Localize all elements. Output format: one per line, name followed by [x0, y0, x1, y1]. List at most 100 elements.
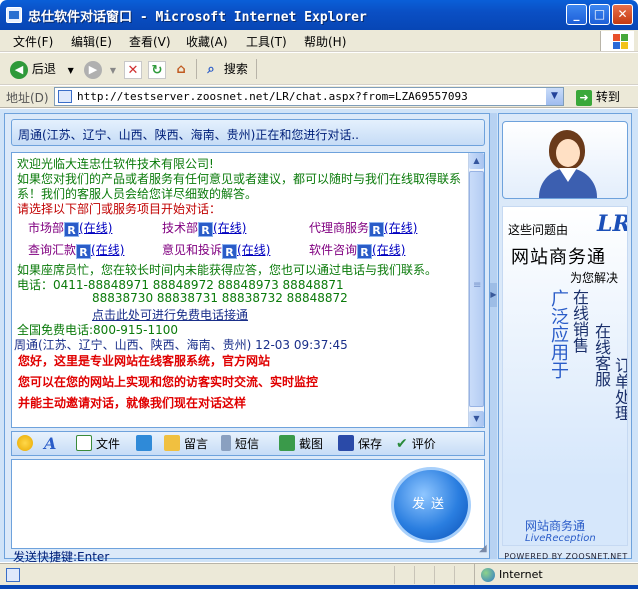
select-prompt: 请选择以下部门或服务项目开始对话： — [17, 202, 222, 216]
splitter-arrow-icon[interactable]: ▶ — [490, 283, 497, 307]
scroll-down-icon[interactable]: ▼ — [469, 411, 484, 427]
menu-tools[interactable]: 工具(T) — [246, 33, 287, 50]
rate-icon: ✔ — [396, 436, 408, 452]
dept-link-software[interactable]: 软件咨询 R (在线) — [309, 241, 405, 259]
scroll-thumb[interactable] — [469, 171, 484, 407]
menu-edit[interactable]: 编辑(E) — [71, 33, 112, 50]
emoticon-button[interactable] — [17, 435, 37, 453]
promo-brand: 网站商务通 — [525, 519, 586, 533]
go-label: 转到 — [595, 90, 620, 104]
search-icon: ⌕ — [207, 61, 215, 77]
dept-name: 代理商服务 — [309, 221, 370, 235]
status-divider — [454, 566, 455, 584]
message-line-1: 您好，这里是专业网站在线客服系统，官方网站 — [18, 354, 271, 368]
search-label: 搜索 — [223, 62, 248, 76]
file-button[interactable]: 文件 — [76, 435, 120, 453]
maximize-button[interactable]: □ — [589, 4, 610, 25]
dept-name: 技术部 — [162, 221, 199, 235]
message-line-3: 并能主动邀请对话，就像我们现在对话这样 — [18, 396, 247, 410]
sms-button[interactable]: 短信 — [221, 435, 259, 453]
close-button[interactable]: ✕ — [612, 4, 633, 25]
toll-free-number: 800-915-1100 — [93, 323, 179, 337]
rate-button[interactable]: ✔ 评价 — [396, 435, 436, 453]
security-zone: Internet — [474, 564, 638, 586]
font-button[interactable]: A — [44, 435, 56, 453]
save-icon — [338, 435, 354, 451]
toolbar: ◀ 后退 ▼ ▶ ▼ ✕ ↻ ⌂ ⌕ 搜索 — [0, 53, 638, 85]
go-button[interactable]: ➜ 转到 — [576, 87, 620, 107]
menu-favorites[interactable]: 收藏(A) — [186, 33, 228, 50]
page-content: 周通(江苏、辽宁、山西、陕西、海南、贵州)正在和您进行对话.. 欢迎光临大连忠仕… — [0, 109, 638, 564]
dept-status: (在线) — [213, 221, 247, 235]
menu-help[interactable]: 帮助(H) — [304, 33, 346, 50]
phone-icon — [136, 435, 152, 451]
forward-button[interactable]: ▶ ▼ — [84, 58, 116, 80]
refresh-button[interactable]: ↻ — [148, 58, 166, 80]
status-bar: Internet — [0, 563, 638, 586]
menu-file[interactable]: 文件(F) — [13, 33, 53, 50]
dept-status: (在线) — [372, 243, 406, 257]
dept-status: (在线) — [237, 243, 271, 257]
phone-button[interactable] — [136, 435, 156, 453]
sms-label: 短信 — [235, 437, 260, 451]
promo-banner[interactable]: 这些问题由 LR 网站商务通 为您解决 广泛应用于 在线销售 在线客服 订单处理… — [502, 206, 628, 546]
dept-link-agent[interactable]: 代理商服务 R (在线) — [309, 219, 417, 237]
dept-status: (在线) — [79, 221, 113, 235]
dept-name: 意见和投诉 — [162, 243, 223, 257]
lr-online-icon: R — [64, 222, 80, 237]
chat-pane: 周通(江苏、辽宁、山西、陕西、海南、贵州)正在和您进行对话.. 欢迎光临大连忠仕… — [4, 113, 490, 564]
toolbar-separator — [196, 59, 197, 79]
globe-icon — [481, 568, 495, 582]
page-status-icon — [6, 568, 20, 582]
chat-scrollbar[interactable]: ▲ ▼ — [468, 153, 484, 427]
dept-link-tech[interactable]: 技术部 R (在线) — [162, 219, 246, 237]
send-button[interactable]: 发送 — [391, 467, 471, 543]
dept-link-complaint[interactable]: 意见和投诉 R (在线) — [162, 241, 270, 259]
search-button[interactable]: ⌕ 搜索 — [202, 58, 248, 80]
toll-free-label: 全国免费电话: — [17, 323, 94, 337]
file-icon — [76, 435, 92, 451]
chat-header: 周通(江苏、辽宁、山西、陕西、海南、贵州)正在和您进行对话.. — [11, 119, 485, 146]
home-button[interactable]: ⌂ — [172, 58, 190, 80]
status-divider — [394, 566, 395, 584]
windows-logo-icon — [600, 31, 634, 51]
address-input[interactable]: http://testserver.zoosnet.net/LR/chat.as… — [54, 87, 564, 106]
lr-online-icon: R — [222, 244, 238, 259]
dept-link-remit[interactable]: 查询汇款 R (在线) — [28, 241, 124, 259]
address-dropdown-icon[interactable]: ▼ — [546, 88, 563, 105]
dept-status: (在线) — [91, 243, 125, 257]
save-label: 保存 — [358, 437, 383, 451]
dept-link-market[interactable]: 市场部 R (在线) — [28, 219, 112, 237]
address-url[interactable]: http://testserver.zoosnet.net/LR/chat.as… — [77, 90, 468, 103]
screenshot-button[interactable]: 截图 — [279, 435, 323, 453]
promo-title: 网站商务通 — [511, 247, 606, 268]
powered-by[interactable]: POWERED BY ZOOSNET.NET — [499, 552, 633, 561]
stop-button[interactable]: ✕ — [124, 58, 142, 80]
file-label: 文件 — [96, 437, 121, 451]
message-line-2: 您可以在您的网站上实现和您的访客实时交流、实时监控 — [18, 375, 319, 389]
promo-vertical-4: 订单处理 — [612, 357, 628, 421]
refresh-icon: ↻ — [148, 60, 166, 79]
back-button[interactable]: ◀ 后退 ▼ — [10, 58, 74, 80]
address-label: 地址(D) — [6, 91, 49, 105]
font-icon: A — [44, 434, 57, 453]
lr-online-icon: R — [357, 244, 373, 259]
menu-bar: 文件(F) 编辑(E) 查看(V) 收藏(A) 工具(T) 帮助(H) — [0, 30, 638, 52]
leave-message-button[interactable]: 留言 — [164, 435, 208, 453]
menu-view[interactable]: 查看(V) — [129, 33, 171, 50]
minimize-button[interactable]: _ — [566, 4, 587, 25]
dept-status: (在线) — [384, 221, 418, 235]
message-icon — [164, 435, 180, 451]
pane-splitter[interactable]: ▶ — [490, 113, 497, 559]
stop-icon: ✕ — [124, 60, 142, 79]
forward-arrow-icon: ▶ — [84, 60, 102, 79]
back-label: 后退 — [31, 62, 56, 76]
window-bottom-border — [0, 585, 638, 589]
forward-dropdown-icon[interactable]: ▼ — [110, 66, 116, 75]
lr-online-icon: R — [198, 222, 214, 237]
back-dropdown-icon[interactable]: ▼ — [68, 66, 74, 75]
save-button[interactable]: 保存 — [338, 435, 382, 453]
sms-icon — [221, 435, 231, 451]
window-title: 忠仕软件对话窗口 - Microsoft Internet Explorer — [28, 10, 367, 25]
scroll-up-icon[interactable]: ▲ — [469, 153, 484, 169]
